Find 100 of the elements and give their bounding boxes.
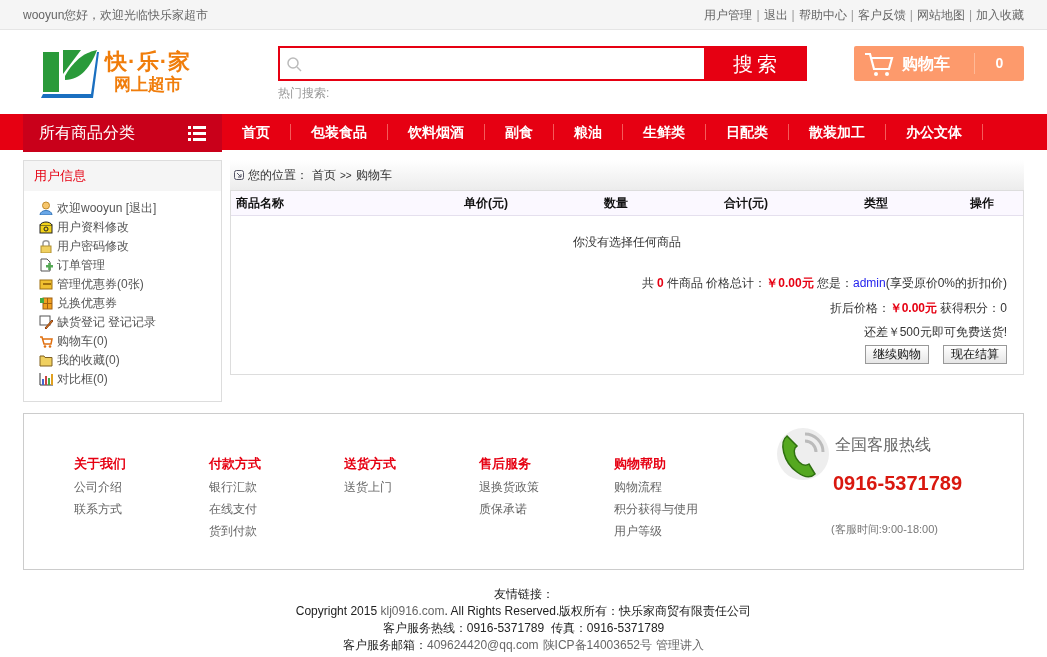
email-link[interactable]: 409624420@qq.com (427, 637, 539, 654)
cart-action-button[interactable]: 现在结算 (943, 345, 1007, 364)
top-link[interactable]: 网站地图 (916, 5, 965, 24)
footer-heading: 送货方式 (344, 455, 397, 473)
top-link[interactable]: 客户反馈 (857, 5, 906, 24)
greeting-text: wooyun您好，欢迎光临快乐家超市 (23, 6, 209, 24)
search-button[interactable]: 搜索 (706, 46, 807, 81)
link-separator: | (909, 6, 913, 24)
nav-link[interactable]: 散装加工 (789, 124, 886, 140)
menu-icon (188, 125, 206, 141)
nav-link[interactable]: 饮料烟酒 (388, 124, 485, 140)
link-separator: | (968, 6, 972, 24)
column-header: 操作 (969, 195, 995, 212)
pencil-note-icon (39, 315, 53, 329)
email-label: 客户服务邮箱： (343, 637, 427, 654)
column-header: 类型 (863, 195, 889, 212)
sidebar-link[interactable]: 购物车(0) (57, 332, 108, 350)
cart-icon (39, 334, 53, 348)
footer-link[interactable]: 在线支付 (209, 499, 344, 518)
member-level-link[interactable]: admin (852, 276, 886, 290)
hotline-number: 0916-5371789 (833, 471, 963, 496)
sidebar-link[interactable]: 订单管理 (57, 256, 105, 274)
site-link[interactable]: klj0916.com (380, 604, 445, 618)
column-header: 合计(元) (723, 195, 769, 212)
nav-link[interactable]: 包装食品 (291, 124, 388, 140)
footer-link[interactable]: 货到付款 (209, 521, 344, 540)
cart-action-button[interactable]: 继续购物 (865, 345, 929, 364)
sidebar-link[interactable]: 兑换优惠券 (57, 294, 117, 312)
category-menu-button[interactable]: 所有商品分类 (23, 114, 222, 152)
footer-link[interactable]: 购物流程 (614, 477, 749, 496)
breadcrumb-separator: >> (340, 168, 352, 183)
cart-label: 购物车 (902, 53, 950, 74)
logo-title: 快·乐·家 (105, 51, 192, 73)
logo-subtitle: 网上超市 (114, 76, 183, 93)
user-icon (39, 201, 53, 215)
order-summary-text: 共 0 件商品 价格总计：￥0.00元 您是：admin(享受原价0%的折扣价) (641, 275, 1007, 292)
footer-heading: 关于我们 (74, 455, 127, 473)
bar-chart-icon (39, 372, 53, 386)
admin-link[interactable]: 管理讲入 (656, 637, 704, 654)
sidebar-title: 用户信息 (24, 161, 221, 191)
sidebar-link[interactable]: 用户资料修改 (57, 218, 129, 236)
hot-search-label: 热门搜索: (278, 85, 331, 102)
sidebar-link[interactable]: 对比框(0) (57, 370, 108, 388)
document-add-icon (39, 258, 53, 272)
sidebar-link[interactable]: 管理优惠券(0张) (57, 275, 144, 293)
icp-link[interactable]: 陕ICP备14003652号 (542, 637, 652, 654)
link-separator: | (756, 6, 760, 24)
category-label: 所有商品分类 (39, 123, 135, 143)
cart-count: 0 (974, 53, 1024, 74)
footer-link[interactable]: 用户等级 (614, 521, 749, 540)
contact-text: 客户服务热线：0916-5371789 传真：0916-5371789 (382, 620, 665, 637)
breadcrumb-link[interactable]: 首页 (312, 166, 336, 184)
link-separator: | (791, 6, 795, 24)
footer-heading: 售后服务 (479, 455, 532, 473)
column-header: 数量 (603, 195, 629, 212)
top-link[interactable]: 用户管理 (704, 5, 753, 24)
column-header: 单价(元) (463, 195, 509, 212)
top-link[interactable]: 帮助中心 (798, 5, 847, 24)
nav-link[interactable]: 首页 (222, 124, 291, 140)
hotline-label: 全国客服热线 (835, 435, 931, 455)
telephone-icon (39, 220, 53, 234)
service-hours: (客服时间:9:00-18:00) (831, 522, 939, 537)
telephone-icon (775, 426, 831, 482)
sidebar-link[interactable]: 欢迎wooyun [退出] (57, 199, 157, 217)
breadcrumb-current: 购物车 (355, 167, 392, 184)
sidebar-link[interactable]: 我的收藏(0) (57, 351, 120, 369)
footer-link[interactable]: 积分获得与使用 (614, 499, 749, 518)
footer-link[interactable]: 退换货政策 (479, 477, 614, 496)
folder-icon (39, 353, 53, 367)
nav-link[interactable]: 生鲜类 (623, 124, 706, 140)
coupon-icon (39, 277, 53, 291)
search-icon (286, 55, 302, 72)
link-separator: | (850, 6, 854, 24)
sidebar-link[interactable]: 用户密码修改 (57, 237, 129, 255)
nav-link[interactable]: 粮油 (554, 124, 623, 140)
nav-link[interactable]: 副食 (485, 124, 554, 140)
top-link[interactable]: 加入收藏 (976, 5, 1024, 24)
arrow-box-icon (234, 170, 244, 180)
free-shipping-note: 还差￥500元即可免费送货! (863, 324, 1007, 341)
footer-link[interactable]: 联系方式 (74, 499, 209, 518)
top-link[interactable]: 退出 (763, 5, 788, 24)
footer-heading: 付款方式 (209, 455, 262, 473)
column-header: 商品名称 (235, 195, 285, 212)
discount-price-text: 折后价格：￥0.00元 获得积分：0 (829, 300, 1007, 317)
search-field[interactable] (278, 46, 706, 81)
copyright-text: Copyright 2015 klj0916.com. All Rights Reserved.版权所有：快乐家商贸有限责任公司 (295, 603, 752, 620)
footer-link[interactable]: 送货上门 (344, 477, 479, 496)
friend-links-label: 友情链接： (493, 586, 554, 603)
footer-link[interactable]: 银行汇款 (209, 477, 344, 496)
ticket-icon (39, 296, 53, 310)
nav-link[interactable]: 日配类 (706, 124, 789, 140)
breadcrumb-label: 您的位置： (248, 167, 308, 184)
footer-heading: 购物帮助 (614, 455, 667, 473)
cart-icon (864, 50, 894, 77)
empty-cart-message: 你没有选择任何商品 (573, 234, 681, 251)
footer-link[interactable]: 质保承诺 (479, 499, 614, 518)
lock-icon (39, 239, 53, 253)
sidebar-link[interactable]: 缺货登记 登记记录 (57, 313, 157, 331)
nav-link[interactable]: 办公文体 (886, 124, 983, 140)
footer-link[interactable]: 公司介绍 (74, 477, 209, 496)
